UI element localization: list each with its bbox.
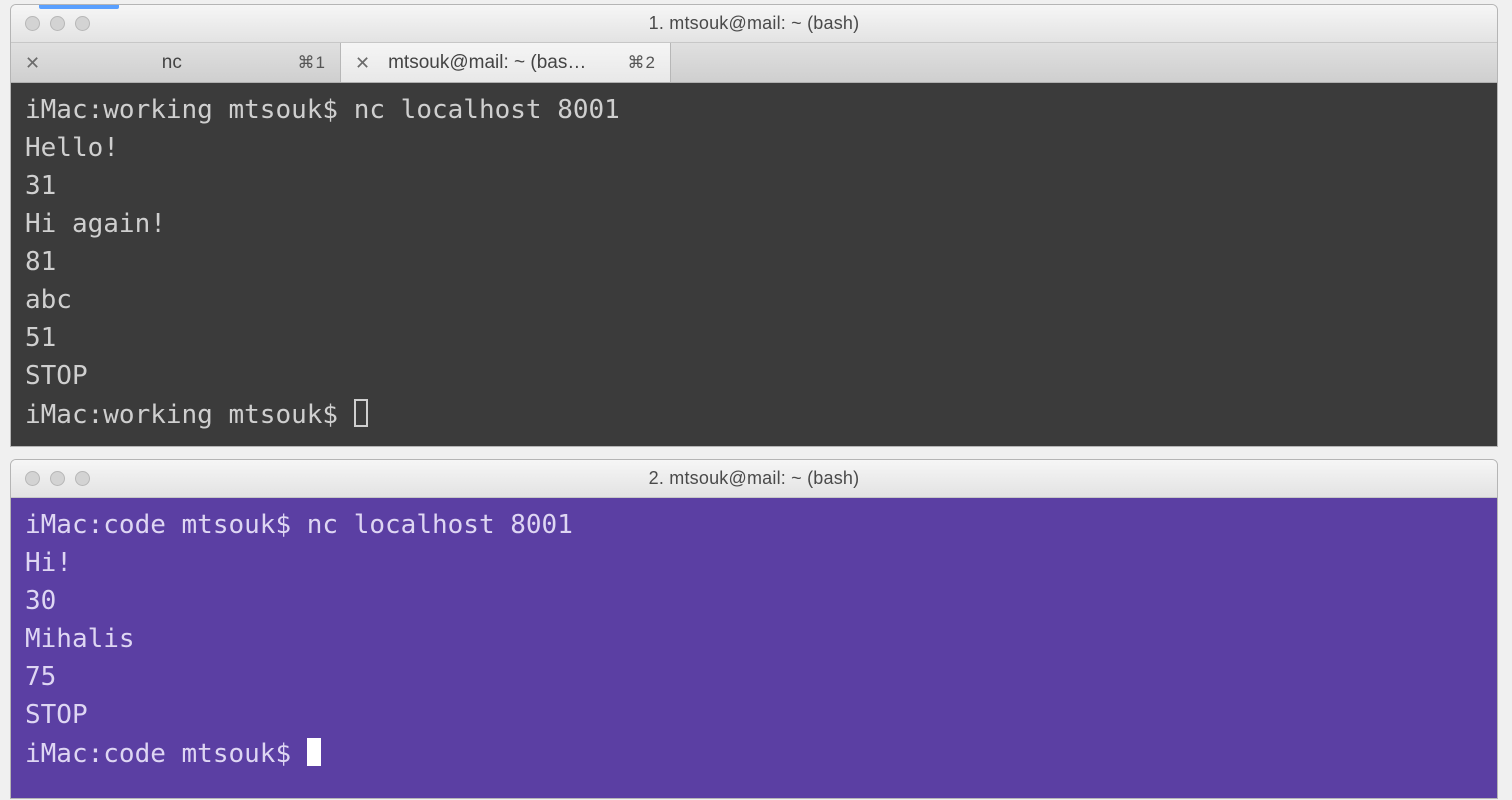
tab-bash[interactable]: ✕ mtsouk@mail: ~ (bas… ⌘2 — [341, 43, 671, 82]
titlebar-2[interactable]: 2. mtsouk@mail: ~ (bash) — [11, 460, 1497, 498]
terminal-window-2: 2. mtsouk@mail: ~ (bash) iMac:code mtsou… — [10, 459, 1498, 799]
line: 81 — [25, 247, 56, 277]
line: iMac:working mtsouk$ nc localhost 8001 — [25, 95, 620, 125]
cursor-icon — [307, 738, 321, 766]
line: Hi again! — [25, 209, 166, 239]
window-title: 1. mtsouk@mail: ~ (bash) — [11, 13, 1497, 34]
line: STOP — [25, 700, 88, 730]
line: iMac:code mtsouk$ nc localhost 8001 — [25, 510, 573, 540]
tab-label: nc — [58, 52, 285, 74]
minimize-icon[interactable] — [50, 16, 65, 31]
line: Hi! — [25, 548, 72, 578]
terminal-window-1: 1. mtsouk@mail: ~ (bash) ✕ nc ⌘1 ✕ mtsou… — [10, 4, 1498, 447]
close-icon[interactable]: ✕ — [25, 54, 40, 72]
zoom-icon[interactable] — [75, 16, 90, 31]
prompt: iMac:working mtsouk$ — [25, 400, 354, 430]
tab-bar: ✕ nc ⌘1 ✕ mtsouk@mail: ~ (bas… ⌘2 — [11, 43, 1497, 83]
traffic-lights — [25, 471, 90, 486]
traffic-lights — [25, 16, 90, 31]
prompt: iMac:code mtsouk$ — [25, 739, 307, 769]
line: abc — [25, 285, 72, 315]
line: Mihalis — [25, 624, 135, 654]
close-icon[interactable]: ✕ — [355, 54, 370, 72]
terminal-output-2[interactable]: iMac:code mtsouk$ nc localhost 8001 Hi! … — [11, 498, 1497, 798]
line: 75 — [25, 662, 56, 692]
line: 51 — [25, 323, 56, 353]
titlebar-1[interactable]: 1. mtsouk@mail: ~ (bash) — [11, 5, 1497, 43]
close-icon[interactable] — [25, 471, 40, 486]
minimize-icon[interactable] — [50, 471, 65, 486]
window-title: 2. mtsouk@mail: ~ (bash) — [11, 468, 1497, 489]
tab-shortcut: ⌘2 — [628, 53, 656, 73]
cursor-icon — [354, 399, 368, 427]
line: STOP — [25, 361, 88, 391]
terminal-output-1[interactable]: iMac:working mtsouk$ nc localhost 8001 H… — [11, 83, 1497, 446]
tab-label: mtsouk@mail: ~ (bas… — [388, 52, 615, 74]
line: 30 — [25, 586, 56, 616]
tab-shortcut: ⌘1 — [298, 53, 326, 73]
zoom-icon[interactable] — [75, 471, 90, 486]
close-icon[interactable] — [25, 16, 40, 31]
tab-nc[interactable]: ✕ nc ⌘1 — [11, 43, 341, 82]
line: Hello! — [25, 133, 119, 163]
line: 31 — [25, 171, 56, 201]
